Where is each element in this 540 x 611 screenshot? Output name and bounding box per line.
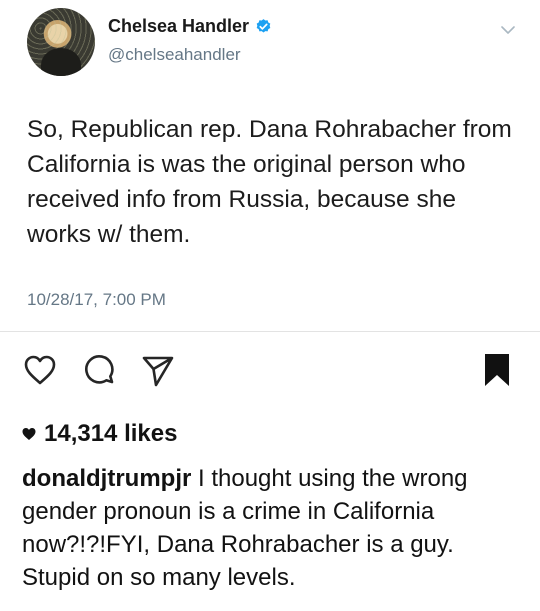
comment-username[interactable]: donaldjtrumpjr: [22, 465, 191, 492]
heart-filled-icon: [22, 428, 36, 440]
like-count[interactable]: 14,314 likes: [22, 420, 177, 448]
instagram-post: Chelsea Handler @chelseahandler So, Repu…: [0, 0, 540, 611]
tweet-timestamp[interactable]: 10/28/17, 7:00 PM: [27, 290, 166, 310]
tweet-author: Chelsea Handler: [108, 16, 272, 37]
comment-bubble-icon[interactable]: [82, 352, 118, 388]
tweet-text: So, Republican rep. Dana Rohrabacher fro…: [27, 116, 512, 248]
action-bar: [0, 352, 540, 392]
divider: [0, 331, 540, 332]
embedded-tweet: Chelsea Handler @chelseahandler So, Repu…: [0, 0, 540, 330]
handle[interactable]: @chelseahandler: [108, 45, 241, 65]
comment: donaldjtrumpjr I thought using the wrong…: [22, 462, 522, 594]
heart-icon[interactable]: [22, 352, 58, 388]
paper-plane-icon[interactable]: [140, 352, 176, 388]
verified-badge-icon: [256, 19, 271, 33]
chevron-down-icon[interactable]: [500, 22, 516, 38]
bookmark-icon[interactable]: [479, 352, 515, 388]
display-name[interactable]: Chelsea Handler: [108, 16, 249, 37]
likes-label: 14,314 likes: [44, 420, 178, 447]
avatar[interactable]: [27, 8, 95, 76]
